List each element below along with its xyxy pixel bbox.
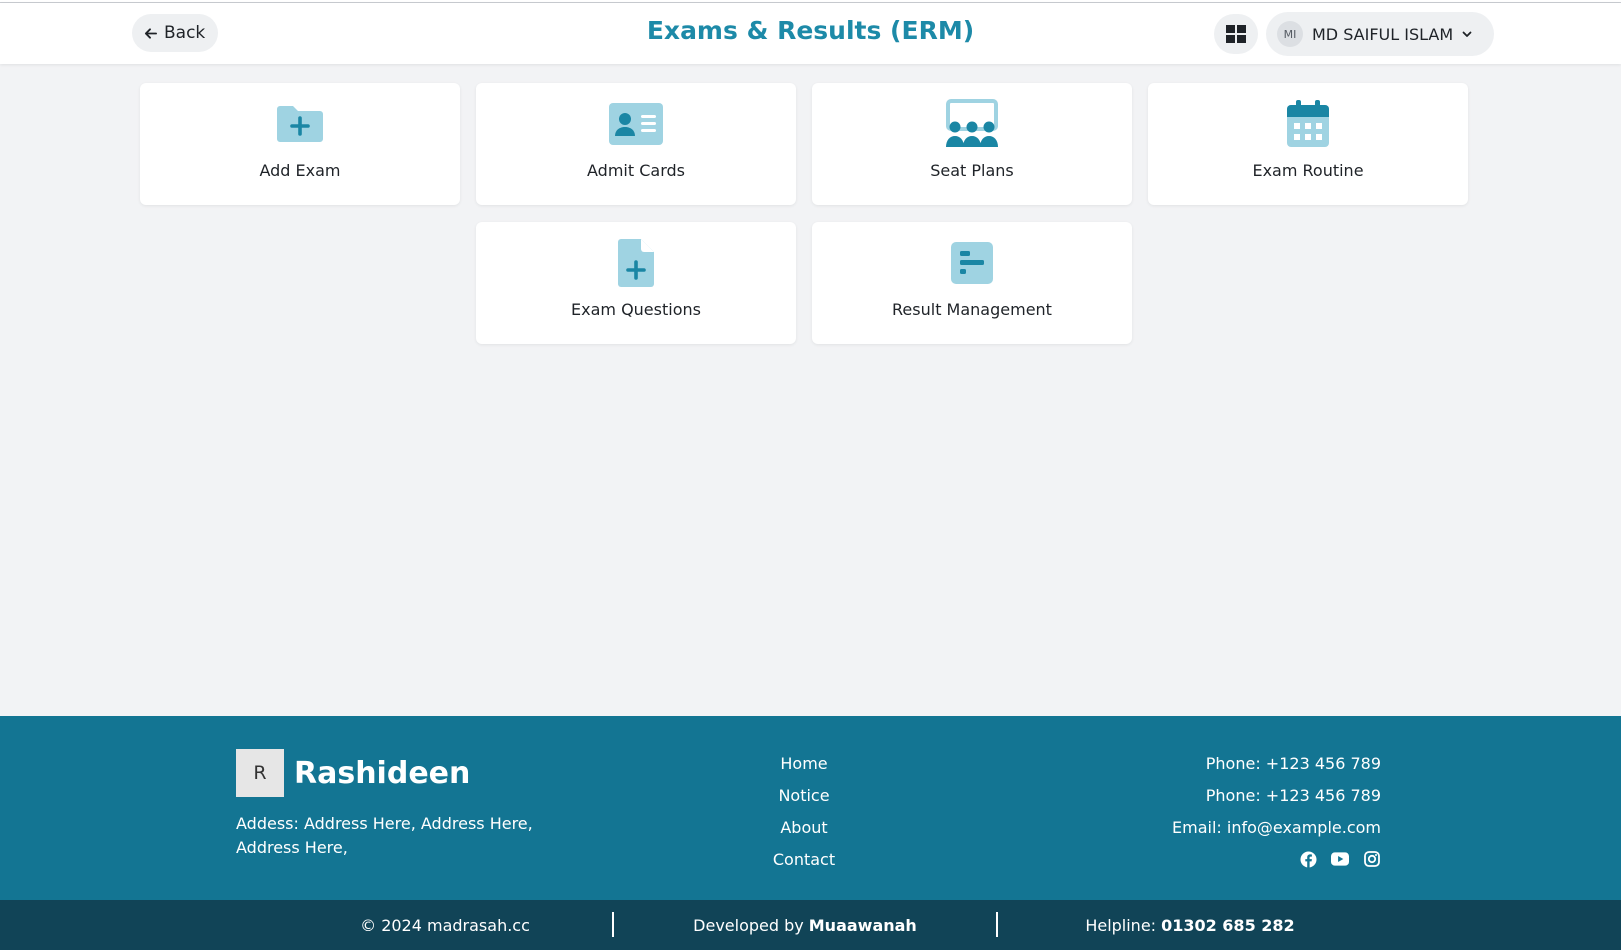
apps-grid-button[interactable]: [1214, 14, 1258, 54]
footer-address: Addess: Address Here, Address Here, Addr…: [236, 814, 533, 857]
grid-icon: [1226, 25, 1246, 43]
developer-credit: Developed by Muaawanah: [614, 900, 996, 950]
instagram-icon[interactable]: [1363, 850, 1381, 868]
helpline: Helpline: 01302 685 282: [1000, 900, 1380, 950]
user-name: MD SAIFUL ISLAM: [1312, 24, 1454, 44]
footer-link-about[interactable]: About: [740, 812, 868, 844]
footer-brand: R Rashideen: [236, 749, 470, 797]
card-label: Result Management: [892, 300, 1052, 319]
helpline-prefix: Helpline:: [1085, 915, 1157, 935]
back-label: Back: [164, 23, 206, 43]
brand-name: Rashideen: [294, 755, 471, 791]
card-admit-cards[interactable]: Admit Cards: [476, 83, 796, 205]
card-result-management[interactable]: Result Management: [812, 222, 1132, 344]
footer-email: Email: info@example.com: [1172, 818, 1381, 837]
developed-by-prefix: Developed by: [693, 915, 804, 935]
top-header: Back Exams & Results (ERM) MI MD SAIFUL …: [0, 3, 1621, 64]
footer-link-notice[interactable]: Notice: [740, 780, 868, 812]
chevron-down-icon: [1462, 31, 1472, 37]
social-links: [1172, 850, 1381, 868]
logo: R: [236, 749, 284, 797]
card-seat-plans[interactable]: Seat Plans: [812, 83, 1132, 205]
calendar-icon: [1278, 99, 1338, 149]
site-footer: R Rashideen Addess: Address Here, Addres…: [0, 716, 1621, 900]
footer-phone-1: Phone: +123 456 789: [1205, 754, 1381, 773]
seat-plan-icon: [942, 99, 1002, 149]
card-label: Add Exam: [259, 161, 341, 180]
result-chart-icon: [942, 238, 1002, 288]
footer-link-contact[interactable]: Contact: [740, 844, 868, 876]
id-card-icon: [606, 99, 666, 149]
bottom-bar: © 2024 madrasah.cc Developed by Muaawana…: [0, 900, 1621, 950]
footer-links: Home Notice About Contact: [740, 748, 868, 876]
card-label: Exam Routine: [1252, 161, 1364, 180]
card-exam-routine[interactable]: Exam Routine: [1148, 83, 1468, 205]
helpline-number: 01302 685 282: [1161, 915, 1295, 935]
avatar: MI: [1277, 21, 1303, 47]
page-title: Exams & Results (ERM): [646, 16, 975, 45]
developer-name[interactable]: Muaawanah: [809, 916, 917, 935]
youtube-icon[interactable]: [1331, 850, 1349, 868]
back-button[interactable]: Back: [132, 14, 219, 52]
card-exam-questions[interactable]: Exam Questions: [476, 222, 796, 344]
footer-contact: Phone: +123 456 789 Phone: +123 456 789 …: [1172, 748, 1381, 868]
card-label: Admit Cards: [587, 161, 685, 180]
folder-plus-icon: [270, 99, 330, 149]
facebook-icon[interactable]: [1299, 850, 1317, 868]
copyright-text: © 2024 madrasah.cc: [360, 915, 530, 935]
file-plus-icon: [606, 238, 666, 288]
card-add-exam[interactable]: Add Exam: [140, 83, 460, 205]
footer-phone-2: Phone: +123 456 789: [1205, 786, 1381, 805]
card-label: Exam Questions: [571, 300, 701, 319]
divider: [996, 912, 998, 937]
user-menu-button[interactable]: MI MD SAIFUL ISLAM: [1266, 12, 1495, 56]
arrow-left-icon: [144, 27, 157, 39]
footer-link-home[interactable]: Home: [740, 748, 868, 780]
copyright: © 2024 madrasah.cc: [280, 900, 610, 950]
card-label: Seat Plans: [930, 161, 1014, 180]
